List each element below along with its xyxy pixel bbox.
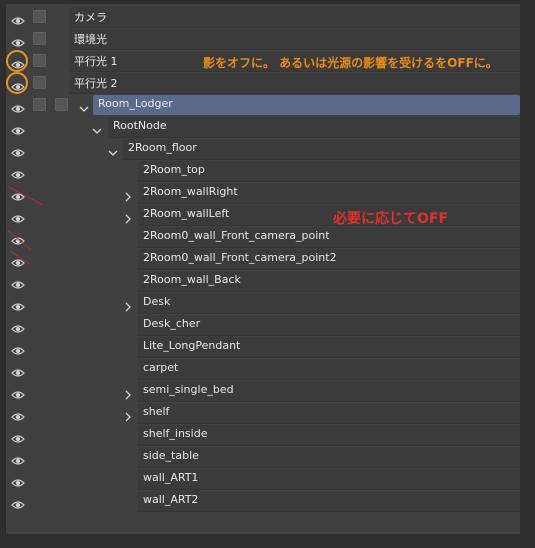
list-item[interactable]: 2Room_wall_Back	[6, 270, 520, 292]
option-checkbox[interactable]	[55, 98, 68, 111]
eye-icon[interactable]	[11, 407, 25, 421]
row-background	[138, 359, 520, 380]
row-background	[69, 29, 520, 50]
row-background	[69, 73, 520, 94]
list-item-label: 2Room_wall_Back	[143, 273, 241, 286]
eye-icon[interactable]	[11, 495, 25, 509]
chevron-right-icon[interactable]	[123, 407, 133, 422]
list-item[interactable]: Desk	[6, 292, 520, 314]
light-shadow-note: 影をオフに。 あるいは光源の影響を受けるをOFFに。	[203, 56, 498, 70]
chevron-right-icon[interactable]	[123, 297, 133, 312]
panel-footer	[6, 518, 520, 534]
list-item-label: 2Room0_wall_Front_camera_point2	[143, 251, 337, 264]
row-background	[138, 293, 520, 314]
eye-icon[interactable]	[11, 319, 25, 333]
chevron-down-icon[interactable]	[108, 143, 118, 156]
list-item-label: shelf	[143, 405, 170, 418]
eye-icon[interactable]	[11, 451, 25, 465]
object-list-panel: カメラ環境光平行光 1 平行光 2 Room_Lodger RootNode 2Room…	[6, 4, 520, 518]
eye-icon[interactable]	[11, 341, 25, 355]
list-item[interactable]: カメラ	[6, 6, 520, 28]
list-item-label: 2Room_wallLeft	[143, 207, 230, 220]
list-item-label: 2Room_floor	[128, 141, 197, 154]
eye-icon[interactable]	[11, 275, 25, 289]
lock-checkbox[interactable]	[33, 98, 46, 111]
list-item[interactable]: 平行光 2	[6, 72, 520, 94]
list-item[interactable]: side_table	[6, 446, 520, 468]
list-item-label: wall_ART2	[143, 493, 199, 506]
list-item-label: 環境光	[74, 33, 107, 46]
eye-icon[interactable]	[11, 297, 25, 311]
list-item[interactable]: shelf	[6, 402, 520, 424]
list-item-label: Lite_LongPendant	[143, 339, 241, 352]
list-item-label: 2Room0_wall_Front_camera_point	[143, 229, 330, 242]
eye-icon[interactable]	[11, 33, 25, 47]
list-item-label: side_table	[143, 449, 199, 462]
list-item[interactable]: RootNode	[6, 116, 520, 138]
list-item[interactable]: wall_ART2	[6, 490, 520, 512]
eye-icon[interactable]	[11, 11, 25, 25]
eye-icon[interactable]	[11, 143, 25, 157]
list-item-label: Room_Lodger	[98, 97, 173, 110]
list-item-label: shelf_inside	[143, 427, 208, 440]
eye-icon[interactable]	[11, 429, 25, 443]
chevron-down-icon[interactable]	[79, 99, 89, 112]
chevron-right-icon[interactable]	[123, 187, 133, 202]
list-item-label: carpet	[143, 361, 179, 374]
list-item[interactable]: 2Room_top	[6, 160, 520, 182]
eye-icon[interactable]	[11, 209, 25, 223]
lock-checkbox[interactable]	[33, 32, 46, 45]
lock-checkbox[interactable]	[33, 10, 46, 23]
chevron-right-icon[interactable]	[123, 385, 133, 400]
list-item[interactable]: 環境光	[6, 28, 520, 50]
eye-icon[interactable]	[11, 385, 25, 399]
list-item[interactable]: shelf_inside	[6, 424, 520, 446]
list-item-label: 平行光 2	[74, 77, 118, 90]
list-item[interactable]: Lite_LongPendant	[6, 336, 520, 358]
list-item[interactable]: 2Room0_wall_Front_camera_point2	[6, 248, 520, 270]
list-item-label: RootNode	[113, 119, 167, 132]
list-item[interactable]: 2Room_floor	[6, 138, 520, 160]
list-item[interactable]: carpet	[6, 358, 520, 380]
row-background	[108, 117, 520, 138]
list-item-label: 平行光 1	[74, 55, 118, 68]
eye-icon[interactable]	[11, 165, 25, 179]
list-item-label: カメラ	[74, 11, 107, 24]
list-item-label: semi_single_bed	[143, 383, 234, 396]
eye-icon[interactable]	[11, 121, 25, 135]
list-item[interactable]: 2Room_wallRight	[6, 182, 520, 204]
chevron-right-icon[interactable]	[123, 209, 133, 224]
list-item-label: 2Room_top	[143, 163, 205, 176]
list-item[interactable]: 2Room0_wall_Front_camera_point	[6, 226, 520, 248]
highlight-ring-eye	[6, 50, 28, 72]
list-item[interactable]: Room_Lodger	[6, 94, 520, 115]
row-background	[138, 403, 520, 424]
eye-icon[interactable]	[11, 363, 25, 377]
list-item[interactable]: semi_single_bed	[6, 380, 520, 402]
chevron-down-icon[interactable]	[92, 121, 102, 134]
lock-checkbox[interactable]	[33, 54, 46, 67]
list-item-label: 2Room_wallRight	[143, 185, 238, 198]
list-item-label: Desk	[143, 295, 171, 308]
lock-checkbox[interactable]	[33, 76, 46, 89]
highlight-ring-box	[6, 72, 28, 94]
off-note: 必要に応じてOFF	[333, 211, 449, 227]
list-item-label: Desk_cher	[143, 317, 201, 330]
list-item[interactable]: wall_ART1	[6, 468, 520, 490]
list-item-label: wall_ART1	[143, 471, 199, 484]
list-item[interactable]: Desk_cher	[6, 314, 520, 336]
row-background	[69, 7, 520, 28]
eye-icon[interactable]	[11, 473, 25, 487]
eye-icon[interactable]	[11, 99, 25, 113]
